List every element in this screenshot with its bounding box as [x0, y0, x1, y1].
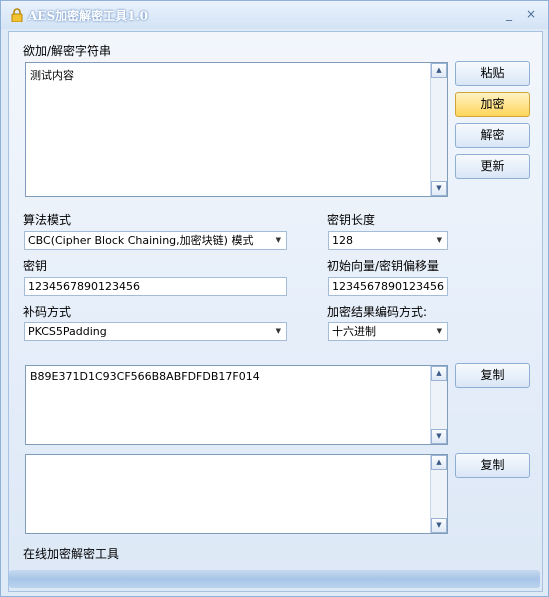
encoding-label: 加密结果编码方式: — [327, 305, 428, 319]
padding-value: PKCS5Padding — [28, 325, 107, 338]
copy-result-button[interactable]: 复制 — [455, 363, 530, 388]
app-window: AES加密解密工具1.0 _ × 欲加/解密字符串 测试内容 ▲ ▼ 粘贴 加密… — [0, 0, 549, 597]
close-button[interactable]: × — [524, 7, 538, 21]
chevron-down-icon: ▼ — [275, 236, 281, 244]
refresh-button[interactable]: 更新 — [455, 154, 530, 179]
scroll-down-icon[interactable]: ▼ — [431, 181, 447, 196]
encoding-value: 十六进制 — [332, 325, 376, 338]
key-label: 密钥 — [23, 259, 48, 273]
scroll-down-icon[interactable]: ▼ — [431, 518, 447, 533]
second-result-scrollbar[interactable]: ▲ ▼ — [430, 455, 447, 533]
algorithm-value: CBC(Cipher Block Chaining,加密块链) 模式 — [28, 234, 254, 247]
status-bar — [9, 570, 540, 588]
scroll-down-icon[interactable]: ▼ — [431, 429, 447, 444]
input-label: 欲加/解密字符串 — [23, 44, 112, 58]
input-textarea[interactable]: 测试内容 ▲ ▼ — [25, 62, 448, 197]
chevron-down-icon: ▼ — [436, 236, 442, 244]
algorithm-select[interactable]: CBC(Cipher Block Chaining,加密块链) 模式 ▼ — [24, 231, 287, 250]
scroll-up-icon[interactable]: ▲ — [431, 366, 447, 381]
title-bar[interactable]: AES加密解密工具1.0 _ × — [1, 1, 548, 29]
key-input[interactable]: 1234567890123456 — [24, 277, 287, 296]
footer-text: 在线加密解密工具 — [23, 547, 120, 561]
encoding-select[interactable]: 十六进制 ▼ — [328, 322, 448, 341]
input-scrollbar[interactable]: ▲ ▼ — [430, 63, 447, 196]
padding-select[interactable]: PKCS5Padding ▼ — [24, 322, 287, 341]
encrypt-button[interactable]: 加密 — [455, 92, 530, 117]
paste-button[interactable]: 粘贴 — [455, 61, 530, 86]
minimize-button[interactable]: _ — [502, 7, 516, 21]
input-text: 测试内容 — [30, 69, 74, 82]
window-title: AES加密解密工具1.0 — [28, 9, 149, 23]
copy-second-result-button[interactable]: 复制 — [455, 453, 530, 478]
result-text: B89E371D1C93CF566B8ABFDFDB17F014 — [30, 370, 260, 383]
chevron-down-icon: ▼ — [436, 327, 442, 335]
decrypt-button[interactable]: 解密 — [455, 123, 530, 148]
iv-input[interactable]: 1234567890123456 — [328, 277, 448, 296]
lock-icon — [11, 8, 23, 22]
iv-label: 初始向量/密钥偏移量 — [327, 259, 440, 273]
algorithm-label: 算法模式 — [23, 213, 72, 227]
key-length-label: 密钥长度 — [327, 213, 376, 227]
scroll-up-icon[interactable]: ▲ — [431, 63, 447, 78]
result-scrollbar[interactable]: ▲ ▼ — [430, 366, 447, 444]
main-panel: 欲加/解密字符串 测试内容 ▲ ▼ 粘贴 加密 解密 更新 算法模式 CBC(C… — [8, 31, 543, 592]
scroll-up-icon[interactable]: ▲ — [431, 455, 447, 470]
key-length-value: 128 — [332, 234, 353, 247]
chevron-down-icon: ▼ — [275, 327, 281, 335]
second-result-textarea[interactable]: ▲ ▼ — [25, 454, 448, 534]
result-textarea[interactable]: B89E371D1C93CF566B8ABFDFDB17F014 ▲ ▼ — [25, 365, 448, 445]
padding-label: 补码方式 — [23, 305, 72, 319]
key-length-select[interactable]: 128 ▼ — [328, 231, 448, 250]
